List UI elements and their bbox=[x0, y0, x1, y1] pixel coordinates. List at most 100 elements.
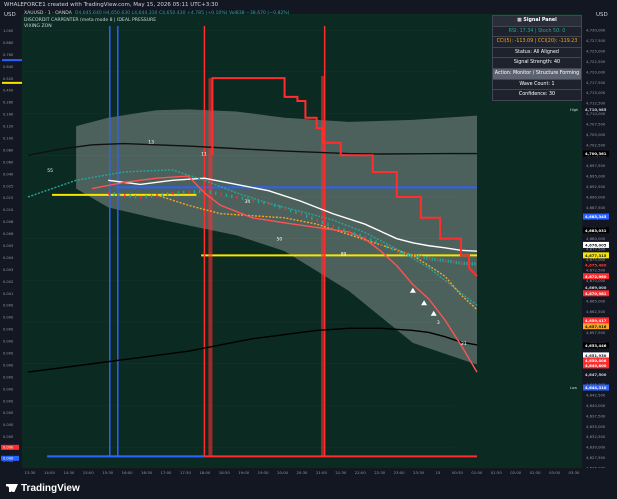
right-axis-tick-label: 4,697,500 bbox=[586, 163, 606, 168]
x-axis-tick-label: 14:30 bbox=[63, 470, 75, 475]
left-axis-tick-label: 0.002 bbox=[3, 280, 13, 284]
x-axis-tick-label: 21:30 bbox=[335, 470, 347, 475]
candle-bar bbox=[289, 208, 292, 213]
wave-label: 11 bbox=[201, 151, 207, 157]
wave-label: 3 bbox=[437, 320, 440, 326]
x-axis-tick-label: 16:00 bbox=[122, 470, 134, 475]
candle-bar bbox=[463, 261, 465, 266]
candle-bar bbox=[284, 207, 286, 211]
left-axis-tick-label: 0.008 bbox=[3, 220, 14, 224]
candle-bar bbox=[199, 189, 201, 194]
left-axis-tick-label: 0.040 bbox=[3, 172, 14, 176]
candle-bar bbox=[415, 254, 417, 258]
tradingview-logo[interactable]: TradingView bbox=[6, 483, 80, 494]
candle-bar bbox=[113, 192, 115, 196]
left-axis-tick-label: 0.001 bbox=[3, 292, 13, 296]
x-axis-tick-label: 22:30 bbox=[374, 470, 386, 475]
left-axis-tick-label: 0.520 bbox=[3, 77, 14, 81]
x-axis-tick-label: 19:30 bbox=[258, 470, 270, 475]
candle-bar bbox=[439, 258, 441, 262]
left-axis-tick-label: 0.280 bbox=[3, 101, 14, 105]
candle-bar bbox=[327, 222, 329, 227]
left-currency-label: USD bbox=[4, 12, 16, 18]
left-axis-tick-label: 0.000 bbox=[3, 387, 14, 391]
indicator-legend-1[interactable]: DISCORDIT CARPENTER (meta mode 8 | IDEAL… bbox=[24, 18, 156, 23]
price-tag-label: 4,659,417 bbox=[585, 318, 607, 323]
created-with-text: WHALEFORCE1 created with TradingView.com… bbox=[4, 2, 219, 8]
wave-label: 13 bbox=[148, 140, 154, 146]
x-axis-tick-label: 18:30 bbox=[219, 470, 231, 475]
right-axis-tick-label: 4,712,500 bbox=[586, 101, 606, 106]
x-axis-tick-label: 02:30 bbox=[530, 470, 542, 475]
action-row: Action: Monitor / Structure Forming bbox=[493, 68, 581, 80]
right-axis-tick-label: 4,695,000 bbox=[586, 174, 606, 179]
right-axis-tick-label: 4,630,000 bbox=[586, 445, 606, 450]
price-tag-label: 4,700,361 bbox=[585, 151, 607, 156]
candle-bar bbox=[129, 194, 131, 198]
right-axis-tick-label: 4,692,500 bbox=[586, 184, 606, 189]
left-axis-tick-label: 0.060 bbox=[3, 160, 14, 164]
x-axis-tick-label: 00:30 bbox=[452, 470, 464, 475]
confidence-row: Confidence: 30 bbox=[518, 92, 556, 98]
x-axis-tick-label: 15 bbox=[436, 470, 441, 475]
price-tag-label: 4,710,985 bbox=[585, 107, 607, 112]
right-axis-tick-label: 4,705,000 bbox=[586, 132, 606, 137]
left-axis-tick-label: 0.025 bbox=[3, 184, 13, 188]
chart-header-bar: WHALEFORCE1 created with TradingView.com… bbox=[0, 0, 617, 10]
right-axis-tick-label: 4,707,500 bbox=[586, 121, 606, 126]
candle-bar bbox=[273, 203, 276, 208]
candle-bar bbox=[428, 257, 431, 261]
candle-bar bbox=[263, 200, 265, 205]
indicator-legend-2[interactable]: VIXING ZON bbox=[24, 24, 52, 29]
x-axis-tick-label: 14:00 bbox=[44, 470, 56, 475]
candle-bar bbox=[215, 191, 217, 195]
candle-bar bbox=[338, 226, 340, 230]
right-axis-tick-label: 4,730,000 bbox=[586, 28, 606, 33]
price-tag-label: 4,670,981 bbox=[585, 291, 607, 296]
left-axis-tick-label: 0.000 bbox=[3, 363, 14, 367]
candle-bar bbox=[407, 252, 409, 257]
price-tag-label: 4,675,480 bbox=[585, 263, 607, 268]
candle-bar bbox=[225, 193, 228, 197]
candle-bar bbox=[450, 259, 452, 264]
left-axis-tag-label: 0.000 bbox=[3, 445, 14, 449]
candle-bar bbox=[466, 261, 468, 266]
x-axis-tick-label: 01:30 bbox=[491, 470, 503, 475]
candle-bar bbox=[204, 189, 206, 193]
candle-bar bbox=[316, 218, 318, 222]
right-axis-tick-label: 4,720,000 bbox=[586, 69, 606, 74]
left-axis-tick-label: 0.015 bbox=[3, 196, 13, 200]
candle-bar bbox=[295, 210, 297, 214]
left-axis-tick-label: 0.003 bbox=[3, 268, 13, 272]
x-axis-tick-label: 23:30 bbox=[413, 470, 425, 475]
left-axis-tick-label: 0.880 bbox=[3, 41, 14, 45]
right-axis-tick-label: 4,727,500 bbox=[586, 38, 606, 43]
left-axis-tick-label: 0.000 bbox=[3, 399, 14, 403]
price-tag-label: 4,657,916 bbox=[585, 324, 607, 329]
price-tag-label: 4,677,315 bbox=[585, 253, 607, 258]
left-axis-tick-label: 0.004 bbox=[3, 256, 14, 260]
signal-panel-icon: ▦ bbox=[517, 18, 522, 23]
candle-bar bbox=[177, 191, 179, 195]
price-tag-label: 4,644,310 bbox=[585, 385, 607, 390]
candle-bar bbox=[279, 205, 281, 209]
price-tag-label: 4,653,446 bbox=[585, 343, 607, 348]
rsi-row: RSI: 17.34 | Stoch 50: 0 bbox=[493, 27, 581, 38]
left-axis-tag-label: 0.000 bbox=[3, 456, 14, 460]
candle-bar bbox=[220, 192, 222, 196]
left-axis-tick-label: 1.000 bbox=[3, 29, 14, 33]
x-axis-tick-label: 21:00 bbox=[316, 470, 328, 475]
candle-bar bbox=[252, 198, 254, 203]
candle-bar bbox=[452, 260, 455, 264]
price-tag-caption: Low bbox=[570, 386, 577, 390]
candle-bar bbox=[364, 235, 367, 239]
right-axis-tick-label: 4,702,500 bbox=[586, 142, 606, 147]
right-axis-tick-label: 4,687,500 bbox=[586, 205, 606, 210]
candle-bar bbox=[431, 257, 433, 261]
left-axis-tick-label: 0.010 bbox=[3, 208, 14, 212]
right-axis-tick-label: 4,642,500 bbox=[586, 393, 606, 398]
right-axis-tick-label: 4,632,500 bbox=[586, 434, 606, 439]
candle-bar bbox=[118, 192, 121, 197]
signal-panel: ▦ Signal Panel RSI: 17.34 | Stoch 50: 0 … bbox=[492, 15, 582, 101]
candle-bar bbox=[172, 191, 174, 195]
